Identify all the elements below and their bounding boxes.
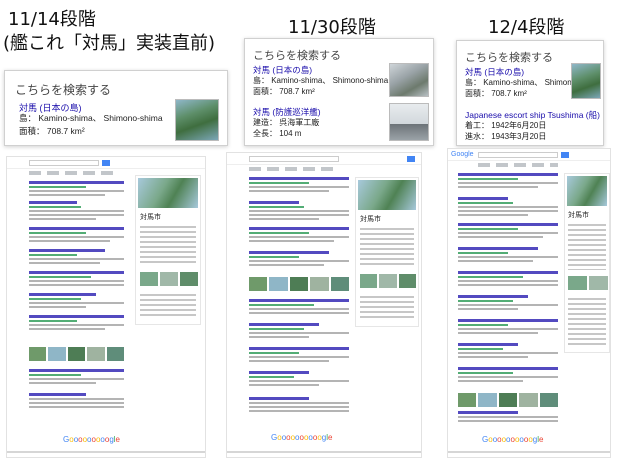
image-results-row[interactable] xyxy=(458,393,559,407)
map-image[interactable] xyxy=(358,180,416,210)
result-item[interactable] xyxy=(249,251,349,268)
panel-details xyxy=(568,298,606,348)
result-item[interactable] xyxy=(29,181,124,198)
launch-row: 進水： 1943年3月20日 xyxy=(465,132,547,141)
result-item[interactable] xyxy=(249,323,349,340)
card-header: こちらを検索する xyxy=(465,52,553,64)
map-image[interactable] xyxy=(567,176,607,206)
knowledge-panel-title: 対馬市 xyxy=(568,212,589,219)
google-logo[interactable]: Google xyxy=(451,151,474,158)
search-suggestion-card-2: こちらを検索する 対馬 (日本の島) 島： Kamino-shima、 Shim… xyxy=(244,38,434,146)
island-thumbnail[interactable] xyxy=(175,99,219,141)
builder-row: 建造： 呉海軍工廠 xyxy=(253,118,320,127)
area-row: 面積： 708.7 km² xyxy=(19,126,85,136)
result-item[interactable] xyxy=(249,201,349,222)
ship-thumbnail[interactable] xyxy=(389,103,429,141)
search-results-screenshot-3: Google 対馬市 Goooooooooogle xyxy=(447,148,611,458)
knowledge-panel: 対馬市 xyxy=(355,177,419,327)
search-header xyxy=(7,157,205,169)
result-item[interactable] xyxy=(458,295,558,312)
search-suggestion-card-3: こちらを検索する 対馬 (日本の島) 島： Kamino-shima、 Shim… xyxy=(456,40,604,146)
search-results-screenshot-1: 対馬市 Gooooooooogle xyxy=(6,156,206,458)
stage-1-subtitle: (艦これ「対馬」実装直前) xyxy=(3,33,216,54)
result-item[interactable] xyxy=(29,227,124,244)
knowledge-panel-title: 対馬市 xyxy=(360,216,381,223)
result-item[interactable] xyxy=(29,369,124,386)
card-header: こちらを検索する xyxy=(15,83,112,97)
knowledge-panel: 対馬市 xyxy=(564,173,610,353)
card-header: こちらを検索する xyxy=(253,50,341,62)
stage-2-title: 11/30段階 xyxy=(288,17,376,38)
result-item[interactable] xyxy=(29,271,124,288)
page-footer xyxy=(227,451,421,453)
search-tabs[interactable] xyxy=(478,163,558,167)
pagination-logo[interactable]: Goooooooooogle xyxy=(482,435,543,444)
result-item[interactable] xyxy=(29,293,124,310)
panel-details xyxy=(360,228,414,268)
panel-details xyxy=(568,224,606,270)
related-searches[interactable] xyxy=(458,411,558,424)
search-tabs[interactable] xyxy=(29,171,119,175)
search-header xyxy=(227,153,421,165)
result-item[interactable] xyxy=(249,299,349,316)
result-item[interactable] xyxy=(249,227,349,244)
panel-image-row[interactable] xyxy=(360,274,416,288)
page-footer xyxy=(7,451,205,453)
island-row: 島： Kamino-shima、 Shimono-shima xyxy=(253,76,389,85)
result-item[interactable] xyxy=(458,247,558,264)
related-searches[interactable] xyxy=(29,393,124,410)
island-thumbnail[interactable] xyxy=(571,63,601,99)
result-item[interactable] xyxy=(249,177,349,194)
stage-1-title: 11/14段階 xyxy=(8,9,96,30)
knowledge-panel: 対馬市 xyxy=(135,175,201,325)
result-item[interactable] xyxy=(458,223,558,240)
result-item[interactable] xyxy=(458,367,558,384)
result-item[interactable] xyxy=(458,197,558,218)
knowledge-panel-title: 対馬市 xyxy=(140,214,161,221)
result-item[interactable] xyxy=(249,371,349,388)
panel-details xyxy=(360,296,414,321)
search-tabs[interactable] xyxy=(249,167,339,171)
panel-image-row[interactable] xyxy=(140,272,198,286)
result-item[interactable] xyxy=(458,271,558,288)
search-button[interactable] xyxy=(407,156,415,162)
search-results-screenshot-2: 対馬市 Goooooooooogle xyxy=(226,152,422,458)
panel-image-row[interactable] xyxy=(568,276,608,290)
search-button[interactable] xyxy=(561,152,569,158)
map-image[interactable] xyxy=(138,178,198,208)
area-row: 面積： 708.7 km² xyxy=(253,87,315,96)
result-item[interactable] xyxy=(249,347,349,364)
related-searches[interactable] xyxy=(249,397,349,414)
result-item[interactable] xyxy=(29,315,124,332)
search-suggestion-card-1: こちらを検索する 対馬 (日本の島) 島： Kamino-shima、 Shim… xyxy=(4,70,228,146)
length-row: 全長： 104 m xyxy=(253,129,302,138)
island-row: 島： Kamino-shima、 Shimono-shima xyxy=(19,113,163,123)
pagination-logo[interactable]: Gooooooooogle xyxy=(63,435,120,444)
page-footer xyxy=(448,451,610,453)
pagination-logo[interactable]: Goooooooooogle xyxy=(271,433,332,442)
image-results-row[interactable] xyxy=(29,347,125,361)
panel-details xyxy=(140,226,196,266)
search-input[interactable] xyxy=(249,156,339,162)
area-row: 面積： 708.7 km² xyxy=(465,89,527,98)
stage-3-title: 12/4段階 xyxy=(488,17,565,38)
island-thumbnail[interactable] xyxy=(389,63,429,97)
search-header: Google xyxy=(448,149,610,161)
search-button[interactable] xyxy=(102,160,110,166)
panel-details xyxy=(140,294,196,319)
result-item[interactable] xyxy=(458,319,558,336)
search-input[interactable] xyxy=(29,160,99,166)
result-item[interactable] xyxy=(458,343,558,360)
result-item[interactable] xyxy=(29,201,124,222)
construction-start-row: 着工： 1942年6月20日 xyxy=(465,121,547,130)
image-results-row[interactable] xyxy=(249,277,350,291)
result-item[interactable] xyxy=(29,249,124,266)
search-input[interactable] xyxy=(478,152,558,158)
result-item[interactable] xyxy=(458,173,558,190)
